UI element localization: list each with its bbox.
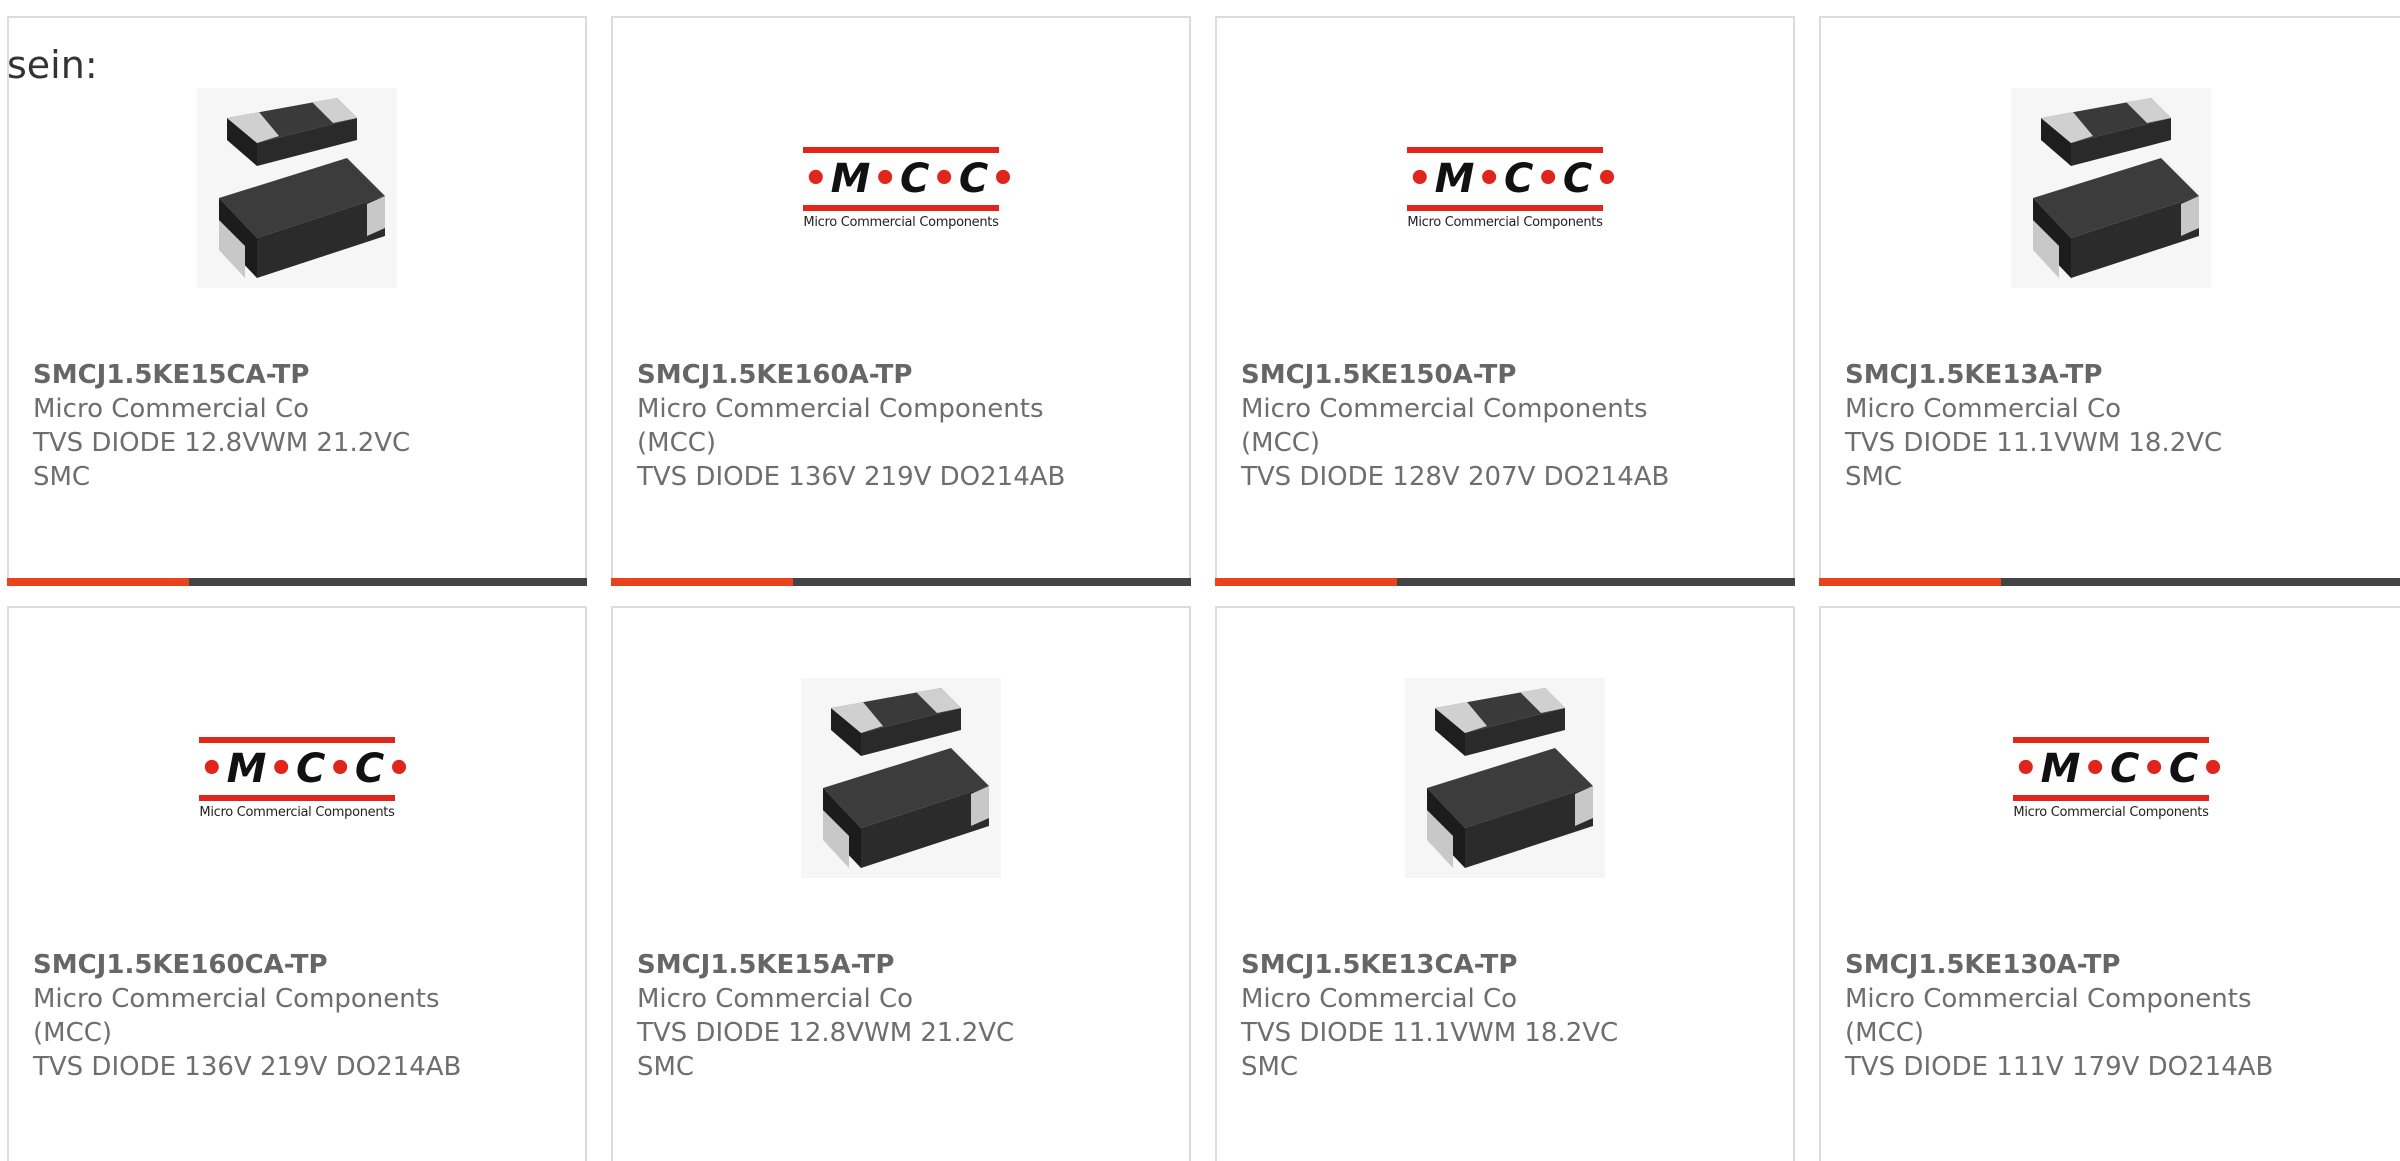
manufacturer: Micro Commercial Co xyxy=(637,984,914,1014)
product-card[interactable]: SMCJ1.5KE13CA-TP Micro Commercial Co TVS… xyxy=(1215,606,1795,1161)
part-number[interactable]: SMCJ1.5KE130A-TP xyxy=(1845,948,2285,982)
product-image[interactable] xyxy=(2011,88,2211,288)
card-accent-bar xyxy=(1215,578,1795,586)
manufacturer: Micro Commercial Co xyxy=(33,394,310,424)
description: TVS DIODE 11.1VWM 18.2VC SMC xyxy=(1241,1018,1619,1082)
product-info: SMCJ1.5KE160A-TP Micro Commercial Compon… xyxy=(637,358,1077,494)
manufacturer: Micro Commercial Components (MCC) xyxy=(1241,394,1648,458)
description: TVS DIODE 12.8VWM 21.2VC SMC xyxy=(637,1018,1015,1082)
product-image[interactable] xyxy=(1405,678,1605,878)
mcc-logo: •M•C•C• Micro Commercial Components xyxy=(1407,146,1620,230)
product-info: SMCJ1.5KE13CA-TP Micro Commercial Co TVS… xyxy=(1241,948,1681,1084)
product-image[interactable] xyxy=(197,88,397,288)
product-info: SMCJ1.5KE13A-TP Micro Commercial Co TVS … xyxy=(1845,358,2285,494)
product-info: SMCJ1.5KE15CA-TP Micro Commercial Co TVS… xyxy=(33,358,473,494)
manufacturer: Micro Commercial Co xyxy=(1241,984,1518,1014)
part-number[interactable]: SMCJ1.5KE150A-TP xyxy=(1241,358,1681,392)
part-number[interactable]: SMCJ1.5KE160A-TP xyxy=(637,358,1077,392)
description: TVS DIODE 136V 219V DO214AB xyxy=(637,462,1066,492)
product-card[interactable]: •M•C•C• Micro Commercial Components SMCJ1… xyxy=(1819,606,2400,1161)
manufacturer: Micro Commercial Components (MCC) xyxy=(1845,984,2252,1048)
product-info: SMCJ1.5KE160CA-TP Micro Commercial Compo… xyxy=(33,948,473,1084)
smc-package-image xyxy=(2011,88,2211,288)
mcc-logo: •M•C•C• Micro Commercial Components xyxy=(199,736,412,820)
description: TVS DIODE 111V 179V DO214AB xyxy=(1845,1052,2274,1082)
part-number[interactable]: SMCJ1.5KE160CA-TP xyxy=(33,948,473,982)
card-accent-bar xyxy=(611,578,1191,586)
product-card[interactable]: SMCJ1.5KE15A-TP Micro Commercial Co TVS … xyxy=(611,606,1191,1161)
product-image[interactable]: •M•C•C• Micro Commercial Components xyxy=(1405,88,1620,288)
part-number[interactable]: SMCJ1.5KE13A-TP xyxy=(1845,358,2285,392)
part-number[interactable]: SMCJ1.5KE15A-TP xyxy=(637,948,1077,982)
part-number[interactable]: SMCJ1.5KE15CA-TP xyxy=(33,358,473,392)
manufacturer: Micro Commercial Components (MCC) xyxy=(33,984,440,1048)
product-card[interactable]: •M•C•C• Micro Commercial Components SMCJ1… xyxy=(7,606,587,1161)
card-accent-bar xyxy=(1819,578,2400,586)
mcc-logo: •M•C•C• Micro Commercial Components xyxy=(2013,736,2226,820)
part-number[interactable]: SMCJ1.5KE13CA-TP xyxy=(1241,948,1681,982)
manufacturer: Micro Commercial Components (MCC) xyxy=(637,394,1044,458)
page: sein: SMCJ1.5KE15CA-TP Micro Commercial … xyxy=(0,0,2400,1161)
intro-text: sein: xyxy=(7,43,98,87)
smc-package-image xyxy=(801,678,1001,878)
description: TVS DIODE 128V 207V DO214AB xyxy=(1241,462,1670,492)
product-image[interactable] xyxy=(801,678,1001,878)
product-card[interactable]: SMCJ1.5KE13A-TP Micro Commercial Co TVS … xyxy=(1819,16,2400,586)
product-image[interactable]: •M•C•C• Micro Commercial Components xyxy=(2011,678,2226,878)
mcc-logo: •M•C•C• Micro Commercial Components xyxy=(803,146,1016,230)
product-card[interactable]: •M•C•C• Micro Commercial Components SMCJ1… xyxy=(611,16,1191,586)
product-info: SMCJ1.5KE130A-TP Micro Commercial Compon… xyxy=(1845,948,2285,1084)
product-image[interactable]: •M•C•C• Micro Commercial Components xyxy=(197,678,412,878)
smc-package-image xyxy=(197,88,397,288)
description: TVS DIODE 136V 219V DO214AB xyxy=(33,1052,462,1082)
product-card[interactable]: •M•C•C• Micro Commercial Components SMCJ1… xyxy=(1215,16,1795,586)
card-accent-bar xyxy=(7,578,587,586)
description: TVS DIODE 12.8VWM 21.2VC SMC xyxy=(33,428,411,492)
smc-package-image xyxy=(1405,678,1605,878)
product-info: SMCJ1.5KE150A-TP Micro Commercial Compon… xyxy=(1241,358,1681,494)
product-info: SMCJ1.5KE15A-TP Micro Commercial Co TVS … xyxy=(637,948,1077,1084)
product-image[interactable]: •M•C•C• Micro Commercial Components xyxy=(801,88,1016,288)
product-grid: SMCJ1.5KE15CA-TP Micro Commercial Co TVS… xyxy=(7,16,2400,1161)
manufacturer: Micro Commercial Co xyxy=(1845,394,2122,424)
description: TVS DIODE 11.1VWM 18.2VC SMC xyxy=(1845,428,2223,492)
product-card[interactable]: SMCJ1.5KE15CA-TP Micro Commercial Co TVS… xyxy=(7,16,587,586)
